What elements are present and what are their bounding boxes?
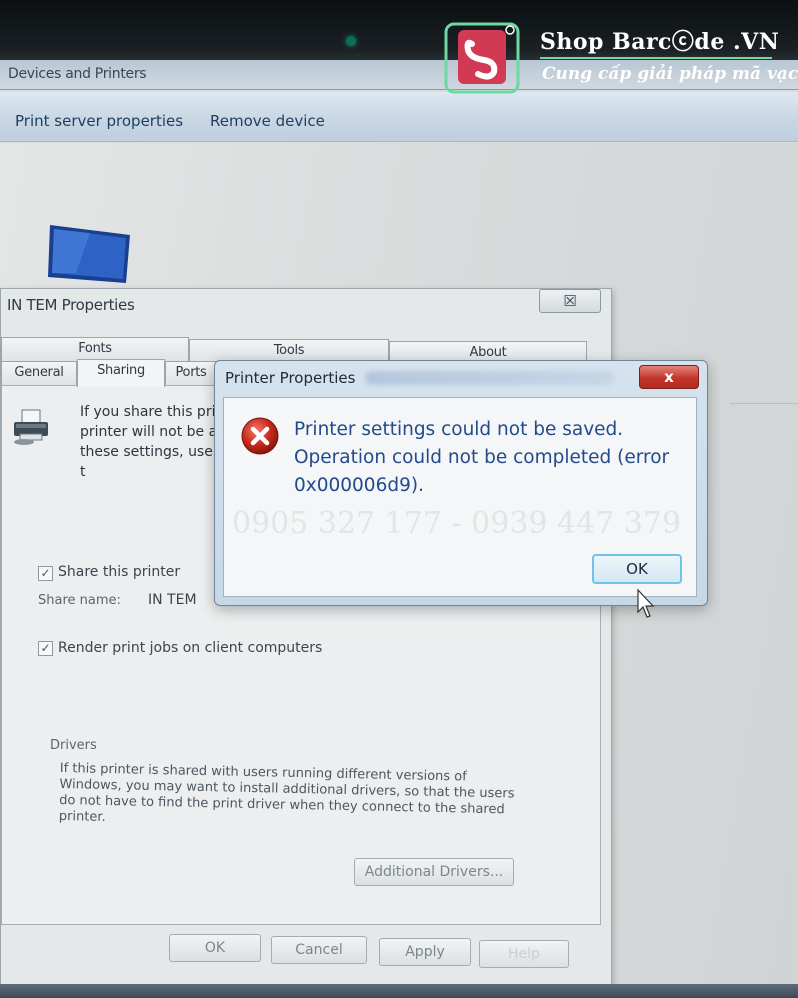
dialog-title: IN TEM Properties	[7, 296, 135, 314]
blurred-title-text	[365, 371, 615, 385]
remove-device-button[interactable]: Remove device	[210, 112, 325, 130]
cancel-button[interactable]: Cancel	[271, 936, 367, 964]
device-thumbnail-icon[interactable]	[46, 221, 134, 287]
render-jobs-checkbox[interactable]: ✓	[38, 641, 53, 656]
share-name-label: Share name:	[38, 593, 121, 608]
drivers-description: If this printer is shared with users run…	[58, 761, 515, 825]
power-led	[346, 36, 356, 46]
error-dialog-body: Printer settings could not be saved. Ope…	[223, 397, 697, 597]
phone-watermark: 0905 327 177 - 0939 447 379	[232, 506, 682, 541]
tab-sharing[interactable]: Sharing	[77, 359, 165, 387]
error-close-button[interactable]: x	[639, 365, 699, 389]
mouse-cursor-icon	[637, 588, 655, 618]
help-button[interactable]: Help	[479, 940, 569, 968]
tab-ports[interactable]: Ports	[165, 361, 217, 385]
error-ok-button[interactable]: OK	[592, 554, 682, 584]
shared-printer-icon	[14, 409, 48, 445]
tab-general[interactable]: General	[1, 361, 77, 385]
ok-button[interactable]: OK	[169, 934, 261, 962]
taskbar	[0, 984, 798, 998]
logo-mark-icon	[444, 22, 520, 94]
render-jobs-label: Render print jobs on client computers	[58, 640, 323, 656]
command-bar: Print server properties Remove device	[0, 92, 798, 142]
additional-drivers-button[interactable]: Additional Drivers...	[354, 858, 514, 886]
divider	[730, 403, 798, 404]
sharing-description: If you share this pri printer will not b…	[80, 404, 218, 480]
share-printer-checkbox[interactable]: ✓	[38, 566, 53, 581]
share-printer-label: Share this printer	[58, 564, 181, 580]
error-x-icon	[241, 417, 279, 455]
drivers-heading: Drivers	[50, 738, 97, 753]
shopbarcode-logo: Shop Barcⓒde .VN Cung cấp giải pháp mã v…	[444, 20, 798, 96]
logo-name: Shop Barcⓒde .VN	[540, 29, 780, 55]
error-dialog: Printer Properties x Printer settings co…	[214, 360, 708, 606]
explorer-title: Devices and Printers	[8, 66, 147, 82]
close-button[interactable]: ☒	[539, 289, 601, 313]
apply-button[interactable]: Apply	[379, 938, 471, 966]
print-server-properties-button[interactable]: Print server properties	[15, 112, 183, 130]
error-dialog-title: Printer Properties	[225, 369, 356, 387]
logo-tagline: Cung cấp giải pháp mã vạch	[542, 64, 798, 84]
tab-fonts[interactable]: Fonts	[1, 337, 189, 361]
logo-divider	[540, 57, 772, 59]
share-name-field[interactable]: IN TEM	[148, 592, 197, 608]
error-message: Printer settings could not be saved. Ope…	[294, 419, 670, 496]
